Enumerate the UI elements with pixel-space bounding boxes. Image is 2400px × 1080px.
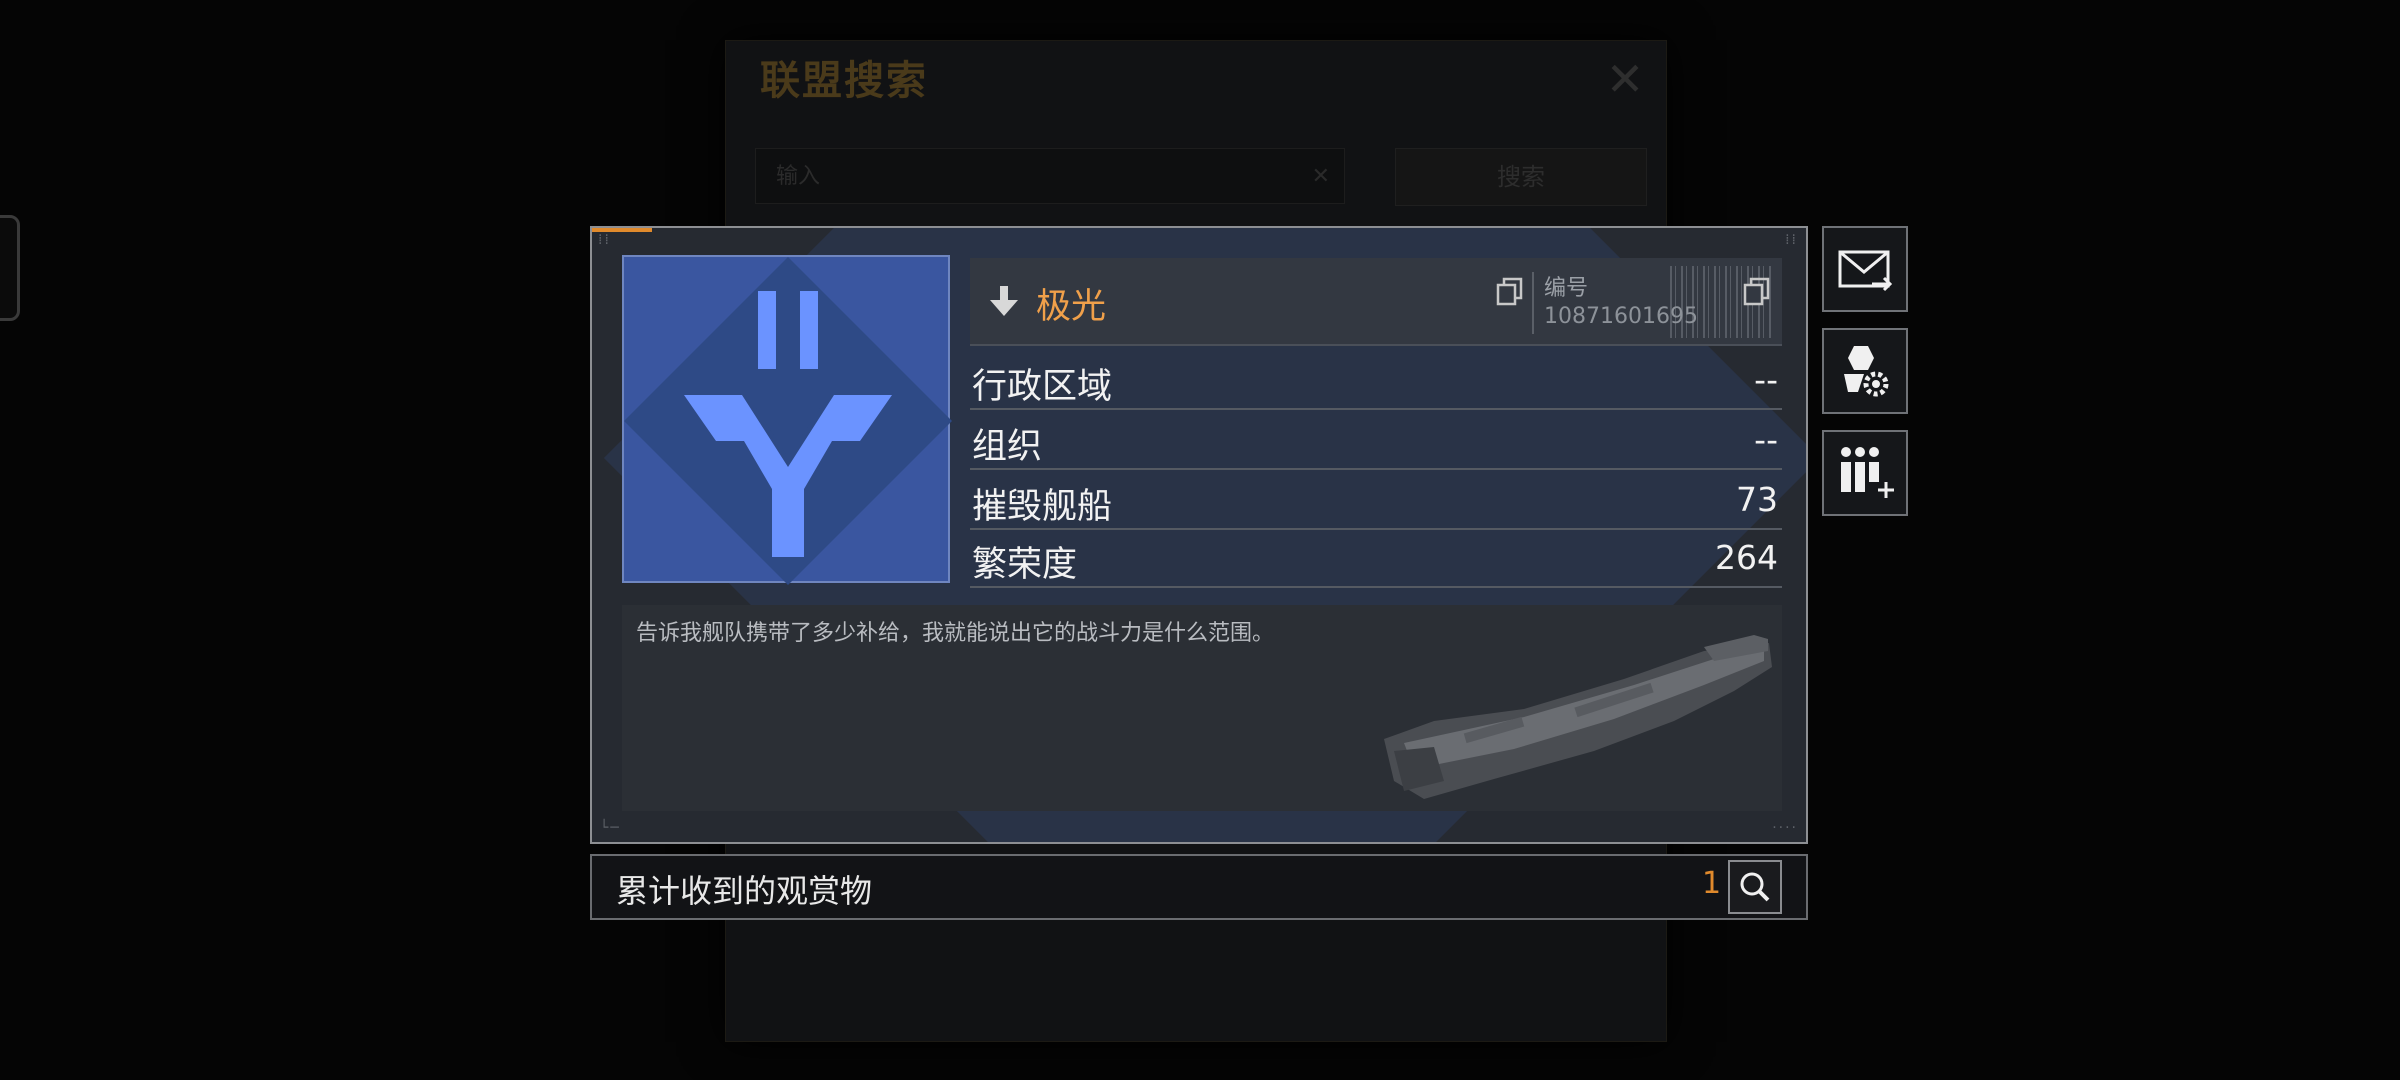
alliance-profile-card: ⁞⁞ ⁞⁞ └─ ···· 极光 编号 10871601695 行政区域 -- … — [590, 226, 1808, 844]
stat-value: -- — [1754, 360, 1778, 399]
stat-row-ships-destroyed: 摧毁舰船 73 — [970, 472, 1782, 530]
stat-row-prosperity: 繁荣度 264 — [970, 530, 1782, 588]
background-close-icon[interactable]: ✕ — [1600, 54, 1650, 104]
stat-value: 264 — [1715, 538, 1778, 577]
clear-icon[interactable]: ✕ — [1312, 149, 1330, 205]
corner-decoration: └─ — [600, 820, 621, 836]
alliance-name-bar: 极光 编号 10871601695 — [970, 258, 1782, 346]
stat-row-organization: 组织 -- — [970, 412, 1782, 470]
background-input-placeholder: 输入 — [776, 164, 821, 189]
corner-decoration: ⁞⁞ — [598, 232, 611, 248]
cumulative-gifts-count: 1 — [1702, 866, 1722, 901]
background-search-input[interactable]: 输入 ✕ — [755, 148, 1345, 204]
stat-label: 行政区域 — [972, 367, 1113, 407]
corner-decoration: ⁞⁞ — [1785, 232, 1798, 248]
stat-label: 繁荣度 — [972, 545, 1078, 585]
add-member-button[interactable] — [1822, 430, 1908, 516]
description-text: 告诉我舰队携带了多少补给，我就能说出它的战斗力是什么范围。 — [636, 621, 1275, 646]
left-edge-tab-icon[interactable] — [0, 215, 20, 321]
stat-label: 组织 — [972, 427, 1043, 467]
stat-value: -- — [1754, 420, 1778, 459]
send-mail-button[interactable] — [1822, 226, 1908, 312]
background-dialog-title: 联盟搜索 — [760, 58, 928, 104]
id-value: 10871601695 — [1544, 304, 1698, 329]
cumulative-gifts-label: 累计收到的观赏物 — [616, 872, 873, 910]
divider — [1532, 272, 1534, 334]
stat-value: 73 — [1736, 480, 1778, 519]
copy-icon[interactable] — [1495, 276, 1525, 306]
add-member-icon — [1841, 447, 1894, 498]
stat-row-region: 行政区域 -- — [970, 352, 1782, 410]
id-label: 编号 — [1544, 276, 1589, 301]
search-button[interactable] — [1728, 860, 1782, 914]
alliance-emblem — [622, 255, 952, 585]
stat-label: 摧毁舰船 — [972, 487, 1113, 527]
member-settings-icon — [1844, 346, 1889, 397]
search-icon — [1740, 872, 1770, 902]
download-arrow-icon — [990, 286, 1018, 316]
emblem-graphic — [624, 257, 952, 585]
description-box: 告诉我舰队携带了多少补给，我就能说出它的战斗力是什么范围。 — [622, 605, 1782, 811]
corner-decoration: ···· — [1772, 820, 1798, 836]
mail-forward-icon — [1838, 250, 1893, 292]
battleship-image — [1384, 635, 1772, 799]
alliance-name: 极光 — [1036, 287, 1107, 327]
background-search-button[interactable]: 搜索 — [1395, 148, 1647, 206]
member-settings-button[interactable] — [1822, 328, 1908, 414]
copy-icon[interactable] — [1742, 276, 1772, 306]
cumulative-gifts-bar: 累计收到的观赏物 1 — [590, 854, 1808, 920]
